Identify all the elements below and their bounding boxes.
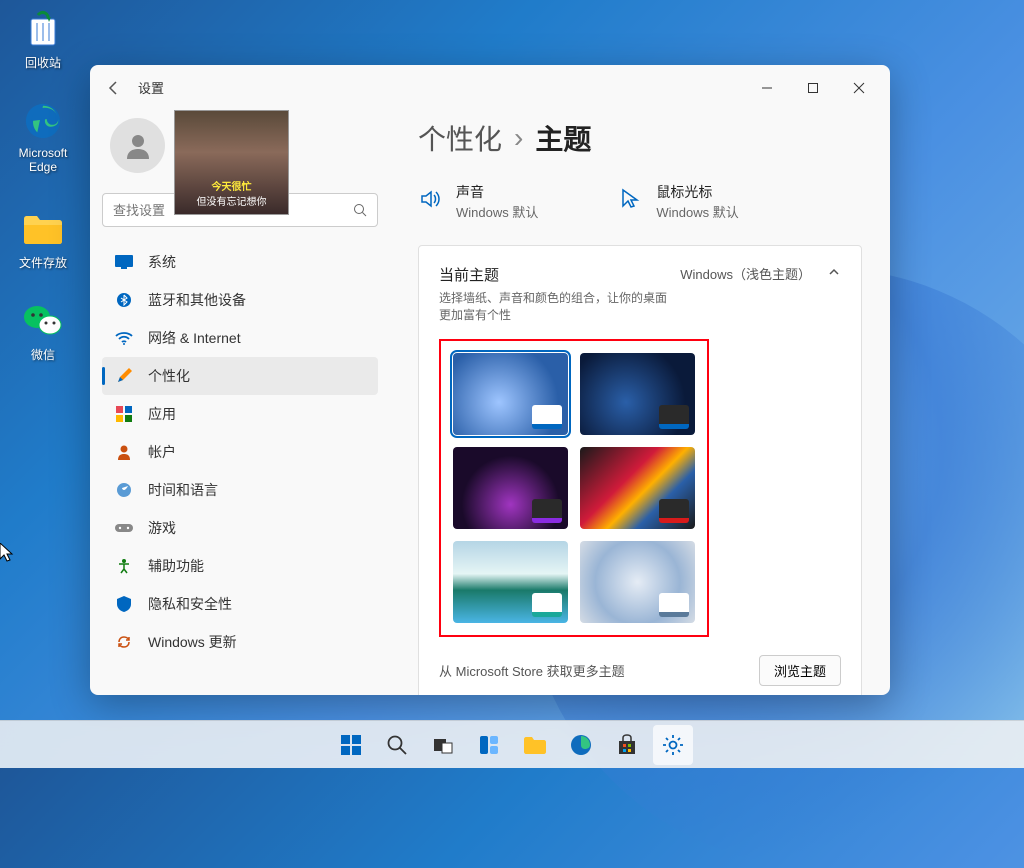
nav-bluetooth[interactable]: 蓝牙和其他设备 (102, 281, 378, 319)
maximize-button[interactable] (790, 72, 836, 104)
user-photo-overlay: 今天很忙 但没有忘记想你 (174, 110, 289, 215)
gamepad-icon (114, 518, 134, 538)
nav-accessibility[interactable]: 辅助功能 (102, 547, 378, 585)
settings-button[interactable] (653, 725, 693, 765)
nav-personalization[interactable]: 个性化 (102, 357, 378, 395)
sound-setting[interactable]: 声音Windows 默认 (418, 182, 538, 221)
nav-accounts[interactable]: 帐户 (102, 433, 378, 471)
sidebar: 今天很忙 但没有忘记想你 系统 蓝牙和其他设备 网络 & Internet 个性… (90, 110, 390, 695)
nav-privacy[interactable]: 隐私和安全性 (102, 585, 378, 623)
close-button[interactable] (836, 72, 882, 104)
theme-flow[interactable] (580, 541, 695, 623)
folder-icon (22, 208, 64, 250)
panel-subtitle: 选择墙纸、声音和颜色的组合，让你的桌面更加富有个性 (439, 289, 669, 323)
person-icon (114, 442, 134, 462)
desktop-icon-label: 文件存放 (19, 256, 67, 270)
cursor-icon (618, 187, 642, 216)
browse-themes-button[interactable]: 浏览主题 (759, 655, 841, 686)
chevron-up-icon[interactable] (827, 265, 841, 282)
theme-windows-light[interactable] (453, 353, 568, 435)
avatar-icon: 今天很忙 但没有忘记想你 (110, 118, 165, 173)
apps-icon (114, 404, 134, 424)
breadcrumb-parent[interactable]: 个性化 (418, 118, 502, 158)
clock-icon (114, 480, 134, 500)
taskview-button[interactable] (423, 725, 463, 765)
settings-window: 设置 今天很忙 但没有忘记想你 系统 蓝牙和其他设备 网络 (90, 65, 890, 695)
theme-windows-dark[interactable] (580, 353, 695, 435)
theme-grid-highlight (439, 339, 709, 637)
nav-time[interactable]: 时间和语言 (102, 471, 378, 509)
nav-network[interactable]: 网络 & Internet (102, 319, 378, 357)
system-icon (114, 252, 134, 272)
desktop-icon-wechat[interactable]: 微信 (5, 300, 81, 363)
widgets-button[interactable] (469, 725, 509, 765)
shield-icon (114, 594, 134, 614)
taskbar (0, 720, 1024, 768)
user-profile[interactable]: 今天很忙 但没有忘记想你 (102, 110, 378, 181)
store-button[interactable] (607, 725, 647, 765)
wechat-icon (22, 300, 64, 342)
panel-title: 当前主题 (439, 264, 669, 285)
cursor-setting[interactable]: 鼠标光标Windows 默认 (618, 182, 738, 221)
desktop-icon-folder[interactable]: 文件存放 (5, 208, 81, 271)
back-button[interactable] (98, 72, 130, 104)
recycle-bin-icon (22, 8, 64, 50)
edge-icon (22, 100, 64, 142)
mouse-cursor (0, 543, 16, 565)
start-button[interactable] (331, 725, 371, 765)
nav-apps[interactable]: 应用 (102, 395, 378, 433)
nav-update[interactable]: Windows 更新 (102, 623, 378, 661)
theme-glow[interactable] (453, 447, 568, 529)
update-icon (114, 632, 134, 652)
desktop-icon-edge[interactable]: Microsoft Edge (5, 100, 81, 174)
desktop-icon-label: 回收站 (25, 56, 61, 70)
brush-icon (114, 366, 134, 386)
theme-sunrise[interactable] (453, 541, 568, 623)
desktop-icon-label: 微信 (31, 348, 55, 362)
search-icon (353, 203, 367, 217)
explorer-button[interactable] (515, 725, 555, 765)
window-title: 设置 (138, 78, 164, 97)
bluetooth-icon (114, 290, 134, 310)
breadcrumb-separator: › (514, 122, 523, 154)
minimize-button[interactable] (744, 72, 790, 104)
main-content: 个性化 › 主题 声音Windows 默认 鼠标光标Windows 默认 当前主… (390, 110, 890, 695)
current-theme-panel: 当前主题 选择墙纸、声音和颜色的组合，让你的桌面更加富有个性 Windows（浅… (418, 245, 862, 695)
wifi-icon (114, 328, 134, 348)
desktop-icon-label: Microsoft Edge (19, 146, 68, 174)
breadcrumb: 个性化 › 主题 (418, 118, 862, 158)
accessibility-icon (114, 556, 134, 576)
current-theme-name: Windows（浅色主题） (680, 264, 811, 283)
breadcrumb-current: 主题 (535, 118, 591, 158)
desktop-icon-recycle-bin[interactable]: 回收站 (5, 8, 81, 71)
edge-button[interactable] (561, 725, 601, 765)
theme-captured-motion[interactable] (580, 447, 695, 529)
search-button[interactable] (377, 725, 417, 765)
nav-system[interactable]: 系统 (102, 243, 378, 281)
titlebar: 设置 (90, 65, 890, 110)
more-themes-text: 从 Microsoft Store 获取更多主题 (439, 661, 625, 680)
sound-icon (418, 187, 442, 216)
nav-gaming[interactable]: 游戏 (102, 509, 378, 547)
